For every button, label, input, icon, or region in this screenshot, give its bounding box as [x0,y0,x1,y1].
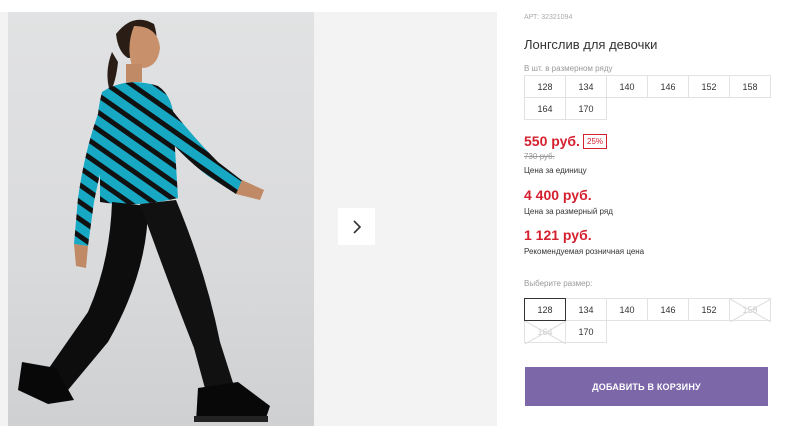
size-row-cell: 140 [606,75,648,98]
size-option[interactable]: 146 [647,298,689,321]
cross-out-icon [525,321,566,344]
cross-out-icon [730,299,771,322]
size-option[interactable]: 140 [606,298,648,321]
row-price: 4 400 руб. [524,187,592,203]
size-option[interactable]: 134 [565,298,607,321]
size-row-cell: 128 [524,75,566,98]
size-row-cell: 152 [688,75,730,98]
size-row-hint: В шт. в размерном ряду [524,64,613,73]
product-title: Лонгслив для девочки [524,37,658,52]
old-price: 730 руб. [524,152,555,161]
row-price-caption: Цена за размерный ряд [524,207,613,216]
size-row-cell: 146 [647,75,689,98]
size-row-cell: 158 [729,75,771,98]
discount-badge: 25% [583,134,608,149]
size-option-unavailable: 164 [524,320,566,344]
retail-price: 1 121 руб. [524,227,592,243]
size-option[interactable]: 170 [565,320,607,343]
size-row-cell: 164 [524,97,566,120]
size-option-unavailable: 158 [729,298,771,322]
size-row-cell: 134 [565,75,607,98]
unit-price-caption: Цена за единицу [524,166,587,175]
add-to-cart-button[interactable]: ДОБАВИТЬ В КОРЗИНУ [525,367,768,406]
size-select-grid: 128 134 140 146 152 158 164 170 [524,298,771,344]
article-number: АРТ: 32321094 [524,14,573,21]
size-option[interactable]: 152 [688,298,730,321]
product-gallery [0,12,497,426]
size-option-selected[interactable]: 128 [524,298,566,321]
product-photo[interactable] [8,12,314,426]
size-row-cell: 170 [565,97,607,120]
next-image-button[interactable] [338,208,375,245]
retail-price-caption: Рекомендуемая розничная цена [524,247,645,256]
chevron-right-icon [352,219,361,234]
girl-photo-illustration [18,19,270,422]
size-row-grid: 128 134 140 146 152 158 164 170 [524,75,771,120]
size-select-hint: Выберите размер: [524,279,593,288]
unit-price: 550 руб. [524,133,580,149]
